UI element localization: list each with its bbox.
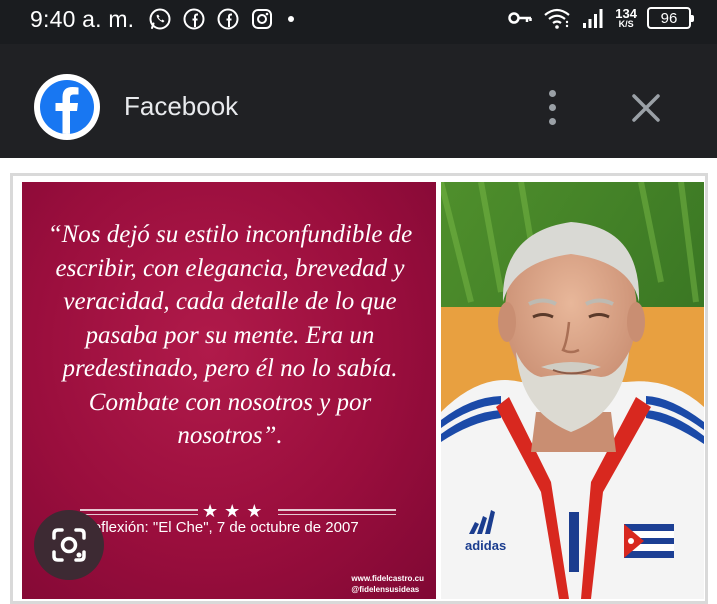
cuban-flag-icon: [624, 524, 674, 558]
status-time: 9:40 a. m.: [30, 6, 135, 32]
network-speed: 134 K/S: [615, 7, 637, 29]
portrait-illustration: adidas: [441, 182, 704, 599]
more-vert-icon[interactable]: [534, 84, 570, 130]
divider-right: [278, 509, 396, 511]
wifi-icon: [544, 8, 571, 29]
vpn-key-icon: [508, 12, 533, 24]
facebook-icon: [183, 8, 205, 30]
jacket-brand: adidas: [465, 538, 506, 553]
site-url: www.fidelcastro.cu: [351, 574, 424, 583]
site-credits: www.fidelcastro.cu @fidelensusideas: [351, 573, 424, 595]
whatsapp-icon: [149, 8, 171, 30]
facebook-logo-icon: [34, 74, 100, 140]
divider-left-2: [80, 514, 198, 515]
google-lens-button[interactable]: [34, 510, 104, 580]
divider-right-2: [278, 514, 396, 515]
instagram-icon: [252, 9, 272, 29]
site-handle: @fidelensusideas: [351, 585, 420, 594]
portrait-photo: adidas: [441, 182, 704, 599]
post-image[interactable]: “Nos dejó su estilo inconfundible de esc…: [10, 173, 708, 604]
system-icons: 134 K/S 96: [507, 6, 694, 30]
google-lens-icon: [52, 528, 86, 562]
web-content: “Nos dejó su estilo inconfundible de esc…: [0, 158, 717, 604]
notification-icons: [148, 7, 294, 31]
facebook-icon: [217, 8, 239, 30]
close-icon[interactable]: [626, 88, 666, 128]
signal-icon: [583, 9, 603, 28]
quote-text: “Nos dejó su estilo inconfundible de esc…: [47, 221, 413, 449]
battery-indicator: 96: [647, 7, 694, 29]
status-bar: 9:40 a. m. 134 K/S 96: [0, 0, 717, 44]
divider-left: [80, 509, 198, 511]
network-speed-unit: K/S: [618, 19, 634, 29]
app-title: Facebook: [124, 91, 239, 121]
custom-tab-toolbar: Facebook: [0, 44, 717, 158]
reflexion-caption: Reflexión: "El Che", 7 de octubre de 200…: [82, 519, 359, 536]
more-notifications-dot-icon: [288, 16, 294, 22]
